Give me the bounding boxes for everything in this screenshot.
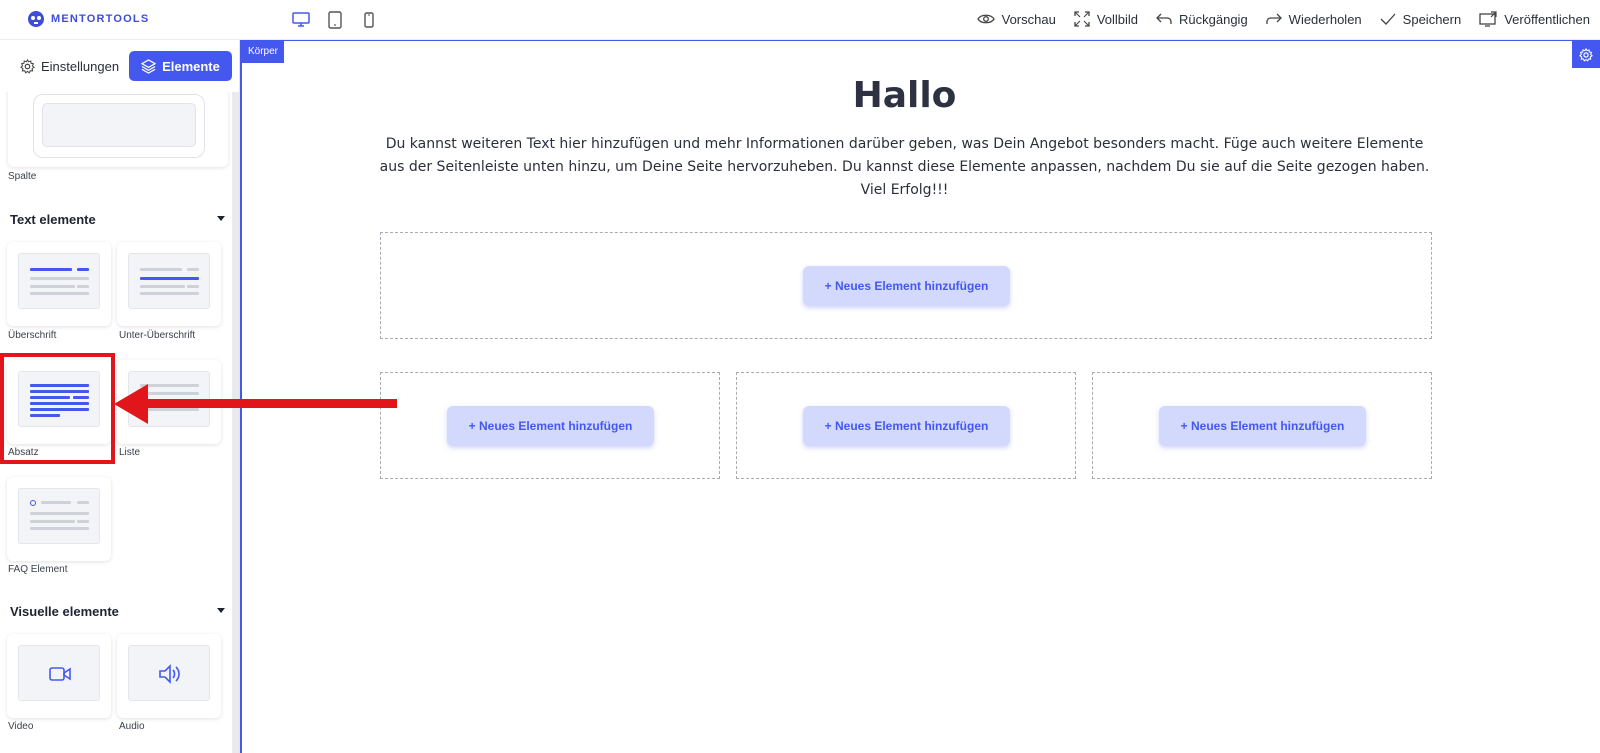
add-element-button[interactable]: + Neues Element hinzufügen [803, 266, 1010, 306]
tile-unter-ueberschrift[interactable] [117, 242, 221, 326]
publish-icon [1479, 11, 1497, 27]
spalte-inner [42, 103, 196, 147]
save-button[interactable]: Speichern [1380, 8, 1462, 30]
device-switcher [290, 9, 380, 31]
tile-label-ueberschrift: Überschrift [8, 330, 57, 341]
sidebar-tabs: Einstellungen Elemente [0, 40, 239, 92]
highlight-box [0, 353, 115, 464]
desktop-icon[interactable] [290, 9, 312, 31]
tablet-icon[interactable] [324, 9, 346, 31]
add-element-button[interactable]: + Neues Element hinzufügen [1159, 406, 1366, 446]
gear-icon [1579, 47, 1593, 62]
tile-label-liste: Liste [119, 447, 141, 458]
spalte-frame [33, 94, 205, 158]
redo-icon [1266, 13, 1282, 24]
page-canvas[interactable]: Körper Hallo Du kannst weiteren Text hie… [240, 40, 1600, 753]
publish-label: Veröffentlichen [1504, 11, 1590, 27]
top-bar: MENTORTOOLS Vorschau Vollbild Rückgängig… [0, 0, 1600, 40]
chevron-down-icon[interactable] [217, 216, 225, 221]
add-element-button[interactable]: + Neues Element hinzufügen [447, 406, 654, 446]
tile-label-video: Video [8, 721, 34, 732]
intro-paragraph[interactable]: Du kannst weiteren Text hier hinzufügen … [372, 133, 1437, 202]
tile-label-faq-element: FAQ Element [8, 564, 68, 575]
tile-label-spalte: Spalte [8, 171, 37, 182]
tile-preview [18, 253, 100, 309]
logo[interactable]: MENTORTOOLS [27, 10, 149, 28]
preview-button[interactable]: Vorschau [976, 8, 1056, 30]
undo-icon [1156, 13, 1172, 24]
arrow-shaft [140, 399, 397, 408]
eye-icon [976, 14, 995, 24]
tab-settings[interactable]: Einstellungen [18, 51, 121, 81]
page-headline[interactable]: Hallo [242, 75, 1567, 116]
dropzone-column-2[interactable]: + Neues Element hinzufügen [736, 372, 1076, 479]
dropzone-column-3[interactable]: + Neues Element hinzufügen [1092, 372, 1432, 479]
fullscreen-button[interactable]: Vollbild [1074, 8, 1138, 30]
canvas-settings-button[interactable] [1572, 41, 1600, 68]
logo-text: MENTORTOOLS [51, 13, 150, 25]
tile-preview [128, 253, 210, 309]
layers-icon [141, 58, 157, 74]
redo-button[interactable]: Wiederholen [1266, 8, 1362, 30]
tile-label-unter-ueberschrift: Unter-Überschrift [119, 330, 196, 341]
sidebar-scrollbar[interactable] [232, 92, 239, 753]
dropzone-column-1[interactable]: + Neues Element hinzufügen [380, 372, 720, 479]
video-icon [49, 667, 71, 681]
mobile-icon[interactable] [358, 9, 380, 31]
section-title-visual: Visuelle elemente [10, 604, 119, 619]
tile-label-audio: Audio [119, 721, 145, 732]
tile-preview [18, 645, 100, 701]
tile-spalte[interactable] [8, 85, 228, 167]
toolbar-actions: Vorschau Vollbild Rückgängig Wiederholen… [976, 8, 1590, 30]
tile-ueberschrift[interactable] [7, 242, 111, 326]
preview-label: Vorschau [1001, 11, 1056, 27]
arrow-head-icon [114, 384, 148, 424]
tab-elements[interactable]: Elemente [129, 51, 232, 81]
redo-label: Wiederholen [1288, 11, 1362, 27]
tile-audio[interactable] [117, 634, 221, 718]
tab-settings-label: Einstellungen [41, 58, 120, 74]
logo-icon [28, 11, 44, 27]
fullscreen-label: Vollbild [1096, 11, 1139, 27]
add-element-button[interactable]: + Neues Element hinzufügen [803, 406, 1010, 446]
speaker-icon [159, 664, 180, 684]
chevron-down-icon[interactable] [217, 608, 225, 613]
section-title-text: Text elemente [10, 212, 96, 227]
tab-elements-label: Elemente [162, 58, 220, 74]
undo-button[interactable]: Rückgängig [1156, 8, 1248, 30]
undo-label: Rückgängig [1179, 11, 1248, 27]
faq-dot-icon [30, 500, 36, 506]
tile-preview [18, 488, 100, 544]
save-label: Speichern [1402, 11, 1462, 27]
dropzone-full[interactable]: + Neues Element hinzufügen [380, 232, 1432, 339]
tile-video[interactable] [7, 634, 111, 718]
gear-icon [20, 58, 35, 74]
publish-button[interactable]: Veröffentlichen [1479, 8, 1590, 30]
fullscreen-icon [1074, 11, 1090, 27]
tile-faq-element[interactable] [7, 477, 111, 561]
tile-preview [128, 645, 210, 701]
check-icon [1380, 13, 1396, 25]
body-tag[interactable]: Körper [242, 41, 285, 63]
